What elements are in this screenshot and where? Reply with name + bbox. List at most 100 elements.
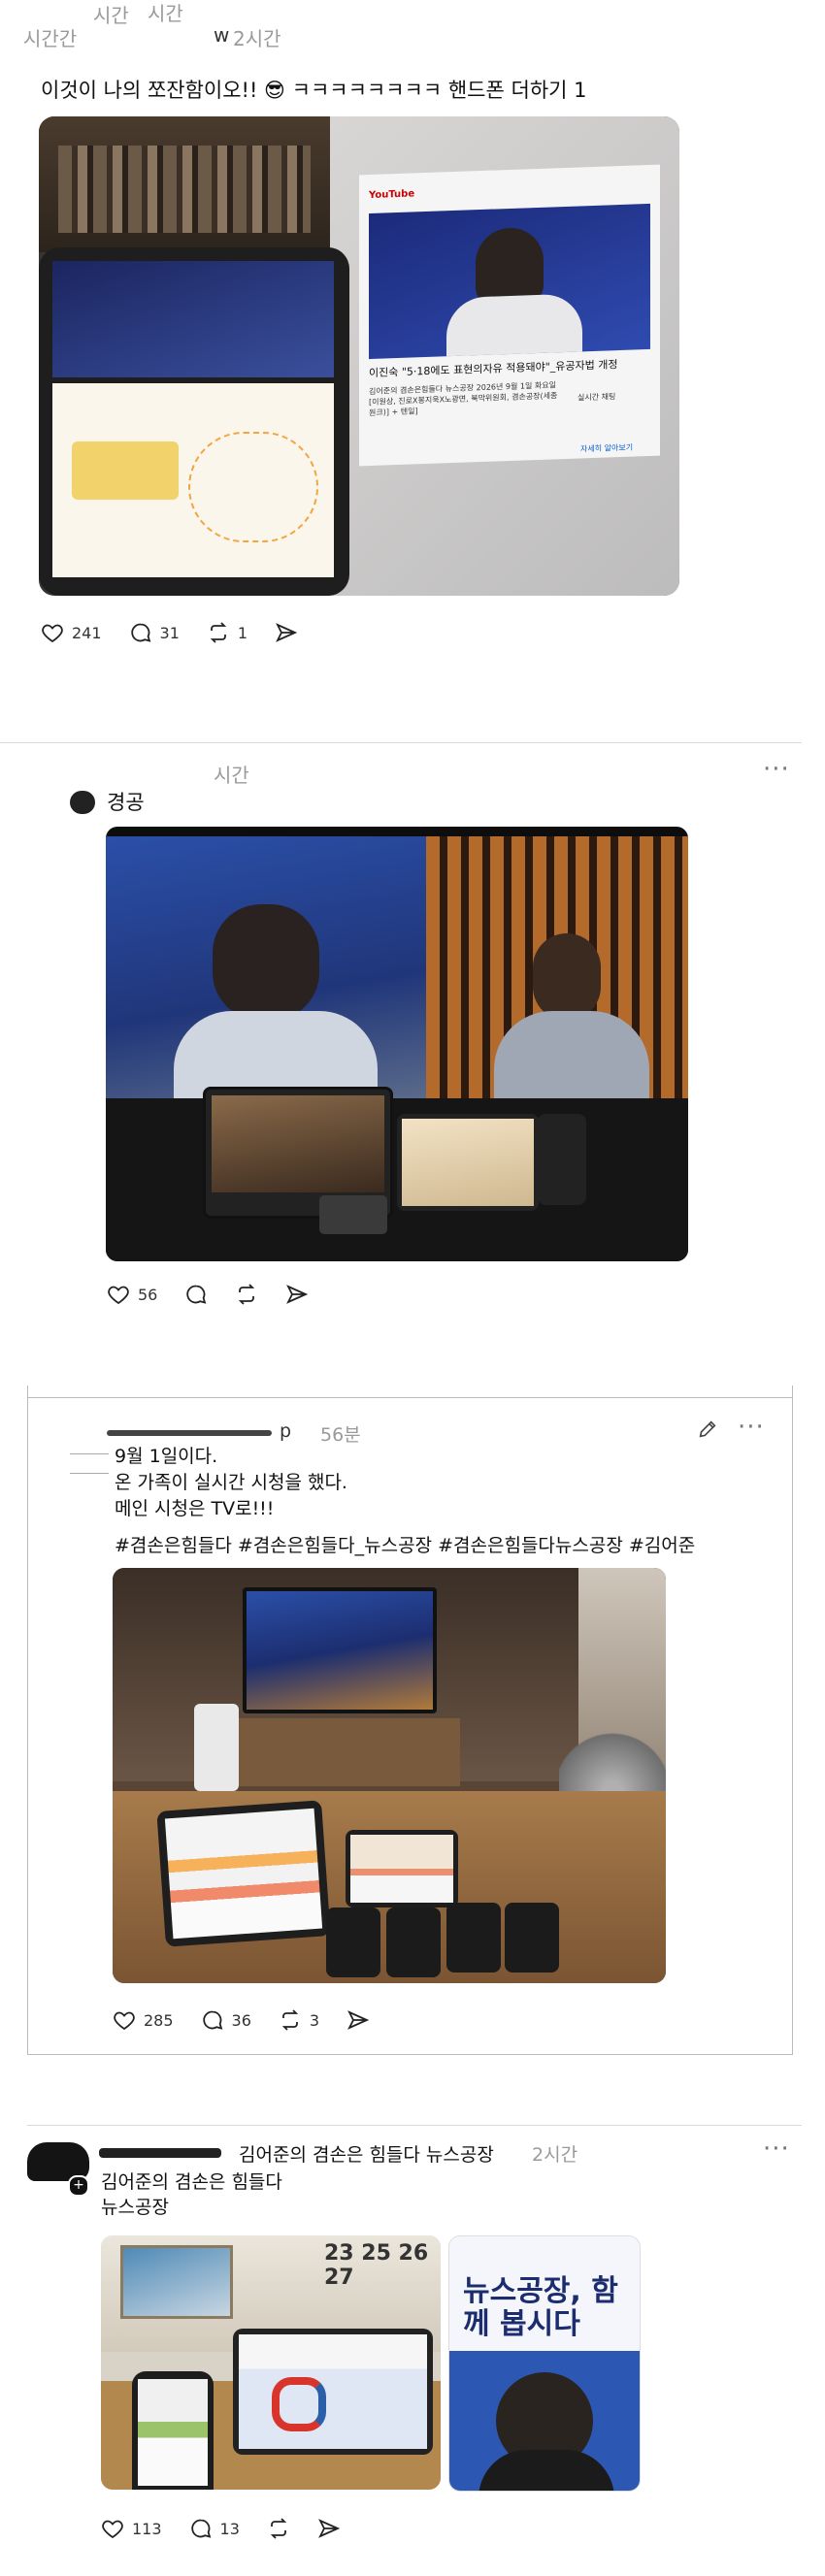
post-time[interactable]: 시간 [214, 760, 249, 788]
post-divider [0, 742, 802, 743]
tablet [233, 2329, 433, 2455]
post-line: 온 가족이 실시간 시청을 했다. [115, 1472, 347, 1493]
time-fragment: 시간 [148, 2, 183, 25]
poster-title: 뉴스공장, 함께 봅시다 [463, 2274, 618, 2341]
video-title: 이진숙 "5·18에도 표현의자유 적용돼야"_유공자법 개정 [369, 358, 618, 380]
post-text: 이것이 나의 쪼잔함이오!! 😎 ㅋㅋㅋㅋㅋㅋㅋㅋ 핸드폰 더하기 1 [41, 79, 587, 102]
comment-count: 36 [231, 2010, 251, 2030]
repost-button[interactable] [235, 1283, 258, 1306]
pencil-icon [699, 1420, 716, 1438]
post-photo[interactable] [113, 1568, 666, 1983]
author-name[interactable]: w [214, 23, 229, 47]
host-figure [213, 904, 319, 1021]
comment-count: 31 [159, 623, 180, 642]
time-fragment: 시간간 [23, 27, 78, 50]
comment-button[interactable]: 13 [189, 2517, 240, 2540]
hashtags[interactable]: #겸손은힘들다 #겸손은힘들다_뉴스공장 #겸손은힘들다뉴스공장 #김어준 [115, 1533, 695, 1559]
post-photo-1[interactable]: 23 25 26 27 [101, 2235, 441, 2490]
video-desc: 김어준의 겸손은힘들다 뉴스공장 2026년 9월 1일 화요일 [이원상, 진… [369, 380, 558, 418]
send-icon [276, 623, 298, 642]
learn-more-link: 자세히 알아보기 [580, 442, 634, 454]
tablet-1 [156, 1800, 331, 1947]
send-icon [347, 2010, 370, 2030]
box-border-left [27, 1386, 28, 2055]
tv [243, 1587, 437, 1713]
post-actions: 241 31 1 [41, 621, 325, 644]
send-icon [317, 2519, 341, 2538]
like-count: 285 [144, 2010, 174, 2030]
comment-button[interactable]: 31 [129, 621, 180, 644]
painting [120, 2245, 233, 2319]
phone-1 [326, 1908, 380, 1977]
like-button[interactable]: 56 [107, 1283, 157, 1306]
chart-ring [272, 2377, 326, 2431]
phone-3 [446, 1903, 501, 1973]
post-line: 메인 시청은 TV로!!! [115, 1498, 275, 1519]
phone [538, 1114, 586, 1205]
heart-icon [108, 1286, 129, 1305]
post-line: 9월 1일이다. [115, 1446, 218, 1467]
comment-icon [202, 2010, 222, 2030]
like-button[interactable]: 285 [113, 2008, 174, 2032]
box-border-right [792, 1386, 793, 2055]
comment-count: 13 [219, 2519, 240, 2538]
post-text: 김어준의 겸손은 힘들다 뉴스공장 [101, 2169, 282, 2220]
author-name[interactable]: 김어준의 겸손은 힘들다 뉴스공장 [239, 2140, 494, 2167]
tablet [39, 247, 349, 596]
post-photo-2[interactable]: 뉴스공장, 함께 봅시다 [448, 2235, 641, 2492]
like-count: 56 [138, 1285, 158, 1304]
wall-calendar: 23 25 26 27 [324, 2241, 429, 2290]
post-photo[interactable]: YouTube 이진숙 "5·18에도 표현의자유 적용돼야"_유공자법 개정 … [39, 116, 679, 596]
more-options-button[interactable]: ··· [763, 2135, 790, 2164]
send-icon [286, 1285, 309, 1304]
post-line: 김어준의 겸손은 힘들다 [101, 2171, 282, 2193]
more-options-button[interactable]: ··· [763, 755, 790, 784]
repost-icon [270, 2518, 287, 2539]
follow-plus-icon[interactable]: + [68, 2175, 89, 2197]
comment-icon [130, 623, 150, 642]
post-line: 뉴스공장 [101, 2197, 169, 2218]
youtube-logo: YouTube [369, 188, 415, 202]
share-button[interactable] [285, 1283, 309, 1306]
repost-icon [281, 2009, 299, 2031]
phone-4 [505, 1903, 559, 1973]
post-time[interactable]: 2시간 [532, 2140, 578, 2167]
repost-button[interactable]: 3 [279, 2008, 319, 2032]
share-button[interactable] [317, 2517, 341, 2540]
heart-icon [102, 2520, 123, 2539]
tablet-2 [397, 1114, 539, 1211]
post-photo[interactable] [106, 827, 688, 1261]
post-actions: 56 [107, 1283, 336, 1306]
post-time[interactable]: 2시간 [233, 23, 281, 51]
repost-button[interactable] [267, 2517, 290, 2540]
avatar[interactable] [70, 791, 95, 814]
post-actions: 285 36 3 [113, 2008, 397, 2032]
video-frame [369, 203, 650, 360]
share-button[interactable] [275, 621, 298, 644]
air-purifier [194, 1704, 239, 1791]
username[interactable]: p [280, 1420, 291, 1442]
time-fragment: 시간 [93, 4, 129, 27]
post-divider [27, 2125, 802, 2126]
tablet-2 [346, 1830, 458, 1908]
post-time[interactable]: 56분 [320, 1420, 361, 1447]
share-button[interactable] [346, 2008, 370, 2032]
more-options-button[interactable]: ··· [738, 1413, 765, 1442]
comment-button[interactable]: 36 [201, 2008, 251, 2032]
repost-button[interactable]: 1 [207, 621, 248, 644]
comment-button[interactable] [184, 1283, 208, 1306]
redacted-username [99, 2148, 221, 2158]
edit-button[interactable] [697, 1418, 718, 1440]
post-text: 9월 1일이다. 온 가족이 실시간 시청을 했다. 메인 시청은 TV로!!! [115, 1444, 347, 1522]
youtube-page: YouTube 이진숙 "5·18에도 표현의자유 적용돼야"_유공자법 개정 … [359, 164, 660, 467]
like-button[interactable]: 241 [41, 621, 102, 644]
like-count: 113 [132, 2519, 162, 2538]
repost-icon [239, 1284, 255, 1305]
live-chat-label: 실시간 채팅 [578, 392, 616, 403]
post-actions: 113 13 [101, 2517, 368, 2540]
tv-cabinet [237, 1718, 460, 1786]
like-count: 241 [72, 623, 102, 642]
comment-icon [190, 2519, 211, 2538]
comment-icon [186, 1285, 207, 1304]
like-button[interactable]: 113 [101, 2517, 162, 2540]
